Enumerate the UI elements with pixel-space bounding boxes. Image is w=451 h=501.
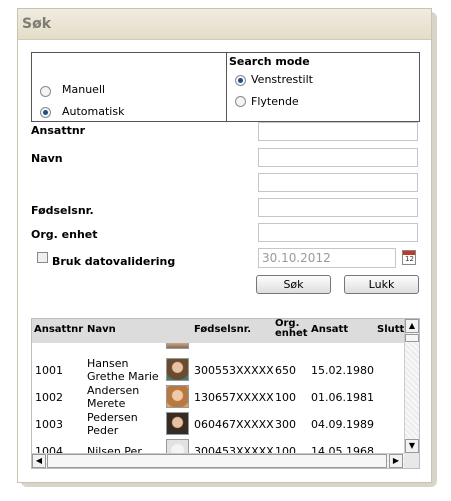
col-header-ansatt[interactable]: Ansatt	[311, 324, 348, 335]
cell-ansattnr: 1002	[35, 391, 63, 404]
ansattnr-input[interactable]	[258, 122, 418, 141]
grid-header: Ansattnr Navn Fødselsnr. Org. enhet Ansa…	[32, 319, 404, 343]
employee-photo	[166, 385, 189, 408]
cell-navn-2: Grethe Marie	[87, 370, 159, 383]
fodselsnr-label: Fødselsnr.	[31, 204, 94, 217]
mode-divider	[226, 53, 227, 121]
org-enhet-label: Org. enhet	[31, 228, 98, 241]
radio-automatisk[interactable]	[40, 107, 51, 118]
cell-navn-2: Peder	[87, 424, 119, 437]
panel-title: Søk	[22, 16, 52, 32]
col-header-org-enhet[interactable]: Org. enhet	[275, 319, 311, 339]
datovalidering-label: Bruk datovalidering	[52, 255, 176, 268]
navn-input-2[interactable]	[258, 173, 418, 192]
radio-manuell[interactable]	[40, 86, 51, 97]
cell-ansattnr: 1003	[35, 418, 63, 431]
calendar-icon-day: 12	[405, 255, 414, 263]
radio-venstrestilt-label: Venstrestilt	[251, 73, 313, 86]
cell-org-enhet: 650	[275, 364, 296, 377]
date-input[interactable]: 30.10.2012	[258, 248, 396, 268]
radio-manuell-label: Manuell	[62, 83, 106, 96]
cell-navn: Hansen	[87, 357, 129, 370]
scroll-up-icon[interactable]: ▲	[405, 319, 419, 333]
fodselsnr-input[interactable]	[258, 198, 418, 217]
radio-automatisk-label: Automatisk	[62, 105, 125, 118]
org-enhet-input[interactable]	[258, 223, 418, 242]
ansattnr-label: Ansattnr	[31, 124, 86, 137]
cell-fodselsnr: 300553XXXXX	[194, 364, 274, 377]
mode-box: Manuell Automatisk Search mode Venstrest…	[31, 52, 420, 122]
cell-navn: Andersen	[87, 384, 140, 397]
scroll-right-icon[interactable]: ▶	[389, 454, 403, 468]
radio-flytende-label: Flytende	[251, 95, 299, 108]
navn-label: Navn	[31, 152, 63, 165]
employee-photo	[166, 358, 189, 381]
cell-ansatt: 15.02.1980	[311, 364, 374, 377]
horizontal-scrollbar[interactable]: ◀ ▶	[32, 453, 404, 468]
scroll-left-icon[interactable]: ◀	[32, 454, 46, 468]
search-panel: Søk Manuell Automatisk Search mode Venst…	[17, 8, 432, 483]
cell-fodselsnr: 130657XXXXX	[194, 391, 274, 404]
cell-org-enhet: 100	[275, 391, 296, 404]
photo-partial	[166, 343, 189, 349]
cell-ansatt: 04.09.1989	[311, 418, 374, 431]
cell-fodselsnr: 060467XXXXX	[194, 418, 274, 431]
close-button[interactable]: Lukk	[344, 275, 419, 294]
navn-input-1[interactable]	[258, 148, 418, 167]
cell-ansatt: 01.06.1981	[311, 391, 374, 404]
radio-flytende[interactable]	[235, 96, 246, 107]
vertical-scroll-thumb[interactable]	[405, 334, 419, 342]
scroll-down-icon[interactable]: ▼	[405, 439, 419, 453]
datovalidering-checkbox[interactable]	[37, 252, 48, 263]
cell-navn-2: Merete	[87, 397, 126, 410]
horizontal-scroll-thumb[interactable]	[47, 454, 387, 468]
col-header-ansattnr[interactable]: Ansattnr	[34, 324, 83, 335]
title-bar: Søk	[18, 9, 431, 40]
results-grid: Ansattnr Navn Fødselsnr. Org. enhet Ansa…	[31, 318, 420, 469]
search-mode-title: Search mode	[229, 55, 310, 68]
employee-photo	[166, 412, 189, 435]
search-button[interactable]: Søk	[256, 275, 331, 294]
col-header-fodselsnr[interactable]: Fødselsnr.	[194, 324, 251, 335]
col-header-navn[interactable]: Navn	[87, 324, 116, 335]
vertical-scrollbar[interactable]: ▲ ▼	[404, 319, 419, 453]
cell-org-enhet: 300	[275, 418, 296, 431]
scrollbar-corner	[404, 453, 419, 468]
calendar-icon[interactable]: 12	[402, 250, 416, 265]
cell-navn: Pedersen	[87, 411, 138, 424]
cell-ansattnr: 1001	[35, 364, 63, 377]
radio-venstrestilt[interactable]	[235, 75, 246, 86]
col-header-slutt[interactable]: Slutt	[377, 324, 404, 335]
